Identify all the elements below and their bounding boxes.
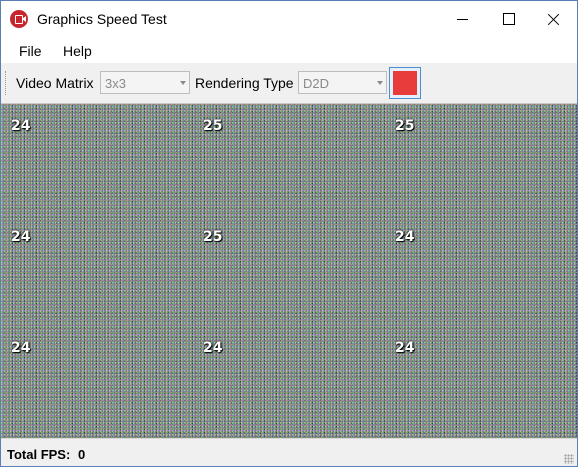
video-cell: 25: [385, 104, 577, 215]
resize-grip-icon[interactable]: [564, 454, 574, 464]
minimize-button[interactable]: [439, 1, 485, 37]
status-bar: Total FPS: 0: [1, 438, 577, 466]
color-picker-button[interactable]: [389, 67, 421, 99]
video-matrix-value: 3x3: [105, 76, 126, 91]
close-button[interactable]: [531, 1, 577, 37]
chevron-down-icon: [377, 81, 383, 85]
rendering-type-value: D2D: [303, 76, 330, 91]
video-cell: 24: [1, 326, 193, 437]
app-icon: [10, 10, 28, 28]
fps-counter: 24: [11, 340, 31, 356]
video-cell: 24: [385, 326, 577, 437]
fps-counter: 24: [11, 118, 31, 134]
rendering-type-label: Rendering Type: [195, 75, 294, 91]
video-cell: 25: [193, 104, 385, 215]
title-bar[interactable]: Graphics Speed Test: [1, 1, 577, 37]
window-title: Graphics Speed Test: [37, 11, 167, 27]
video-matrix-area: 24 25 25 24 25 24 24 24 24: [1, 104, 577, 438]
video-matrix-select[interactable]: 3x3: [100, 71, 190, 94]
rendering-type-select[interactable]: D2D: [298, 71, 387, 94]
toolbar: Video Matrix 3x3 Rendering Type D2D: [1, 63, 577, 104]
app-window: Graphics Speed Test File Help Video Matr…: [0, 0, 578, 467]
menu-file[interactable]: File: [19, 43, 42, 59]
menu-help[interactable]: Help: [63, 43, 92, 59]
maximize-button[interactable]: [485, 1, 531, 37]
menu-bar: File Help: [1, 37, 577, 63]
fps-counter: 25: [395, 118, 415, 134]
fps-counter: 24: [395, 340, 415, 356]
video-cell: 24: [385, 215, 577, 326]
total-fps-label: Total FPS:: [7, 447, 71, 462]
fps-counter: 24: [11, 229, 31, 245]
fps-counter: 25: [203, 229, 223, 245]
total-fps-value: 0: [78, 447, 86, 462]
video-cell: 24: [193, 326, 385, 437]
video-cell: 24: [1, 215, 193, 326]
fps-counter: 24: [203, 340, 223, 356]
fps-counter: 25: [203, 118, 223, 134]
toolbar-grip[interactable]: [5, 71, 8, 95]
video-cell: 24: [1, 104, 193, 215]
color-swatch: [393, 71, 417, 95]
chevron-down-icon: [180, 81, 186, 85]
video-cell: 25: [193, 215, 385, 326]
fps-counter: 24: [395, 229, 415, 245]
video-matrix-label: Video Matrix: [16, 75, 94, 91]
